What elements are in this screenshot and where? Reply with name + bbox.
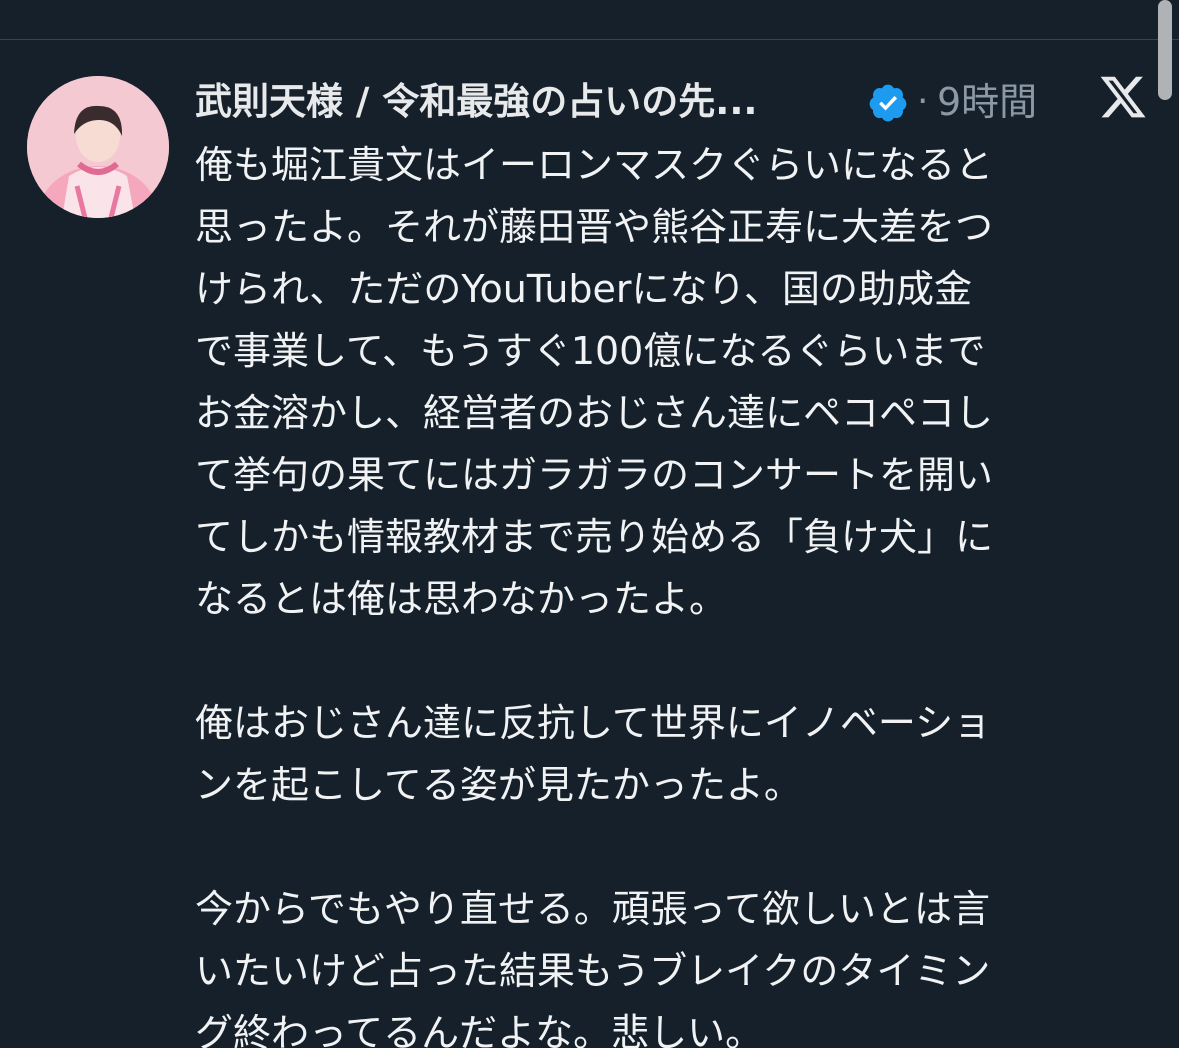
text-line: 思ったよ。それが藤田晋や熊谷正寿に大差をつ	[195, 205, 994, 249]
text-line: 俺はおじさん達に反抗して世界にイノベーショ	[195, 701, 992, 745]
x-logo-icon[interactable]	[1098, 72, 1148, 122]
text-line: 今からでもやり直せる。頑張って欲しいとは言	[195, 887, 990, 931]
scrollbar-thumb[interactable]	[1158, 0, 1172, 100]
text-line: いたいけど占った結果もうブレイクのタイミン	[195, 949, 991, 993]
paragraph-2: 俺はおじさん達に反抗して世界にイノベーショ ンを起こしてる姿が見たかったよ。	[195, 692, 1155, 816]
timestamp[interactable]: 9時間	[937, 78, 1037, 126]
text-line: なるとは俺は思わなかったよ。	[195, 577, 728, 621]
text-line: お金溶かし、経営者のおじさん達にペコペコし	[195, 391, 994, 435]
paragraph-1: 俺も堀江貴文はイーロンマスクぐらいになると 思ったよ。それが藤田晋や熊谷正寿に大…	[195, 134, 1155, 630]
author-name[interactable]: 武則天様 / 令和最強の占いの先...	[195, 78, 861, 126]
separator-dot: ·	[917, 81, 929, 122]
avatar-photo	[27, 76, 169, 218]
text-line: けられ、ただのYouTuberになり、国の助成金	[195, 267, 973, 311]
text-line: グ終わってるんだよな。悲しい。	[195, 1011, 764, 1048]
text-line: て挙句の果てにはガラガラのコンサートを開い	[195, 453, 994, 497]
avatar[interactable]	[27, 76, 169, 218]
text-line: ンを起こしてる姿が見たかったよ。	[195, 763, 802, 807]
verified-badge-icon	[869, 84, 907, 122]
text-line: 俺も堀江貴文はイーロンマスクぐらいになると	[195, 143, 994, 187]
paragraph-3: 今からでもやり直せる。頑張って欲しいとは言 いたいけど占った結果もうブレイクのタ…	[195, 878, 1155, 1048]
tweet-header: 武則天様 / 令和最強の占いの先... · 9時間	[195, 70, 1155, 134]
top-divider	[0, 39, 1179, 40]
text-line: で事業して、もうすぐ100億になるぐらいまで	[195, 329, 986, 373]
tweet-text: 俺も堀江貴文はイーロンマスクぐらいになると 思ったよ。それが藤田晋や熊谷正寿に大…	[195, 134, 1155, 1048]
text-line: てしかも情報教材まで売り始める「負け犬」に	[195, 515, 994, 559]
